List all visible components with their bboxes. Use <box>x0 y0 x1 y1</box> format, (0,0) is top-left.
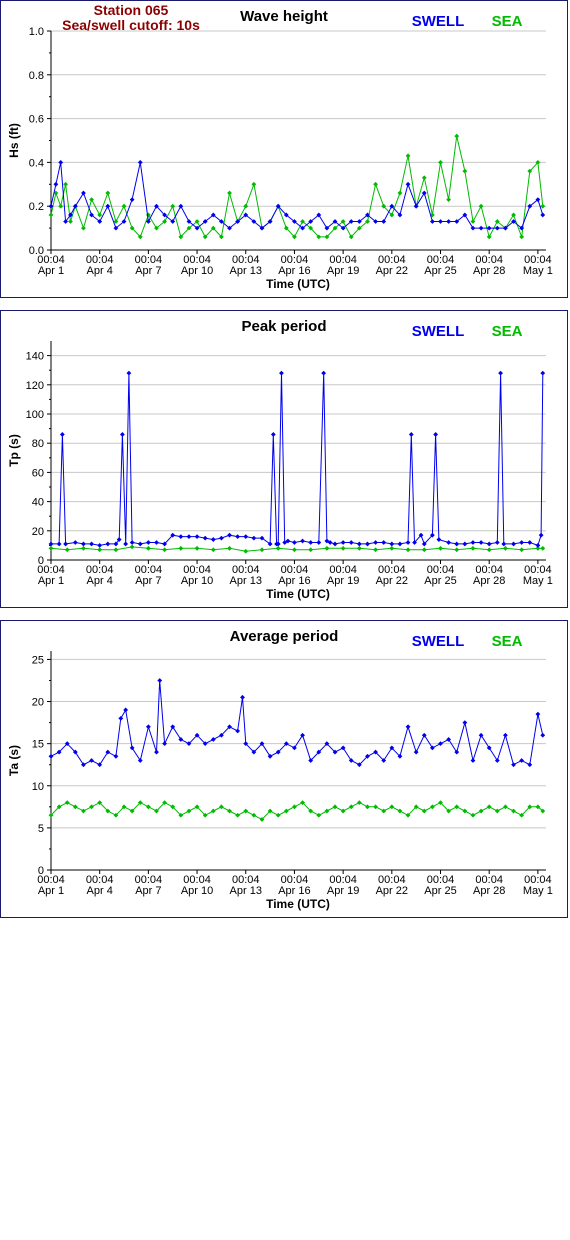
wave-height-y-tick-label: 1.0 <box>29 26 44 38</box>
peak-period-x-axis-title: Time (UTC) <box>266 587 330 601</box>
average-period-title: Average period <box>230 628 339 645</box>
wave-height-x-tick-date: May 1 <box>523 265 553 277</box>
wave-height-title: Wave height <box>240 8 328 25</box>
peak-period-y-tick-label: 80 <box>32 438 44 450</box>
average-period-y-tick-label: 15 <box>32 739 44 751</box>
wave-height-y-tick-label: 0.2 <box>29 201 44 213</box>
peak-period-x-tick-date: Apr 4 <box>87 575 113 587</box>
wave-height-y-tick-label: 0.8 <box>29 70 44 82</box>
peak-period-y-tick-label: 60 <box>32 467 44 479</box>
peak-period-x-tick-date: Apr 7 <box>135 575 161 587</box>
wave-height-y-axis-title: Hs (ft) <box>7 123 21 158</box>
peak-period-y-tick-label: 40 <box>32 497 44 509</box>
peak-period-x-tick-date: Apr 19 <box>327 575 359 587</box>
peak-period-title: Peak period <box>241 318 326 335</box>
average-period-x-tick-date: Apr 25 <box>424 885 456 897</box>
average-period-x-tick-date: Apr 16 <box>278 885 310 897</box>
average-period-chart: 051015202500:04Apr 100:04Apr 400:04Apr 7… <box>7 628 553 911</box>
average-period-x-tick-date: Apr 1 <box>38 885 64 897</box>
peak-period-x-tick-date: Apr 25 <box>424 575 456 587</box>
wave-height-x-tick-date: Apr 16 <box>278 265 310 277</box>
wave-height-x-tick-date: Apr 28 <box>473 265 505 277</box>
peak-period-x-tick-date: Apr 10 <box>181 575 213 587</box>
peak-period-legend-sea: SEA <box>492 323 523 340</box>
peak-period-x-tick-date: Apr 28 <box>473 575 505 587</box>
peak-period-x-tick-date: Apr 22 <box>376 575 408 587</box>
wave-height-x-axis-title: Time (UTC) <box>266 277 330 291</box>
peak-period-x-tick-date: May 1 <box>523 575 553 587</box>
wave-height-x-tick-date: Apr 25 <box>424 265 456 277</box>
wave-height-x-tick-date: Apr 22 <box>376 265 408 277</box>
average-period-x-tick-date: Apr 19 <box>327 885 359 897</box>
average-period-y-axis-title: Ta (s) <box>7 745 21 776</box>
average-period-x-axis-title: Time (UTC) <box>266 897 330 911</box>
peak-period-legend-swell: SWELL <box>412 323 465 340</box>
wave-height-y-tick-label: 0.6 <box>29 114 44 126</box>
average-period-y-tick-label: 20 <box>32 697 44 709</box>
average-period-y-tick-label: 25 <box>32 654 44 666</box>
average-period-x-tick-date: Apr 10 <box>181 885 213 897</box>
wave-height-x-tick-date: Apr 19 <box>327 265 359 277</box>
peak-period-x-tick-date: Apr 13 <box>230 575 262 587</box>
average-period-x-tick-date: Apr 4 <box>87 885 113 897</box>
average-period-panel: 0 5 10 15 20 25 00:04 Apr 1 00:04 Apr 4 00:04 Apr 7… <box>0 620 568 918</box>
average-period-legend-swell: SWELL <box>412 633 465 650</box>
peak-period-y-tick-label: 100 <box>26 409 44 421</box>
peak-period-y-tick-label: 20 <box>32 526 44 538</box>
peak-period-y-tick-label: 140 <box>26 351 44 363</box>
peak-period-panel: 0 20 40 60 80 100 120 140 00:04 Apr 1 00:04 Apr 4 00… <box>0 310 568 608</box>
wave-height-x-tick-date: Apr 10 <box>181 265 213 277</box>
average-period-y-tick-label: 5 <box>38 823 44 835</box>
average-period-x-tick-date: Apr 7 <box>135 885 161 897</box>
average-period-x-tick-date: Apr 22 <box>376 885 408 897</box>
wave-height-legend-sea: SEA <box>492 13 523 30</box>
peak-period-chart: 02040608010012014000:04Apr 100:04Apr 400… <box>7 318 553 601</box>
average-period-x-tick-date: Apr 13 <box>230 885 262 897</box>
average-period-x-tick-date: May 1 <box>523 885 553 897</box>
wave-height-y-tick-label: 0.4 <box>29 157 44 169</box>
average-period-legend-sea: SEA <box>492 633 523 650</box>
peak-period-x-tick-date: Apr 16 <box>278 575 310 587</box>
peak-period-y-tick-label: 120 <box>26 380 44 392</box>
wave-height-x-tick-date: Apr 1 <box>38 265 64 277</box>
station-name: Station 065 <box>94 2 169 18</box>
wave-height-panel: Station 065 Sea/swell cutoff: 10s 0.0 0.2… <box>0 0 568 298</box>
wave-height-x-tick-date: Apr 4 <box>87 265 113 277</box>
wave-height-x-tick-date: Apr 7 <box>135 265 161 277</box>
average-period-x-tick-date: Apr 28 <box>473 885 505 897</box>
peak-period-x-tick-date: Apr 1 <box>38 575 64 587</box>
wave-height-chart: Station 065 Sea/swell cutoff: 10s 0.00.2… <box>7 2 553 291</box>
peak-period-y-axis-title: Tp (s) <box>7 434 21 467</box>
wave-height-x-tick-date: Apr 13 <box>230 265 262 277</box>
wave-height-legend-swell: SWELL <box>412 13 465 30</box>
average-period-y-tick-label: 10 <box>32 781 44 793</box>
